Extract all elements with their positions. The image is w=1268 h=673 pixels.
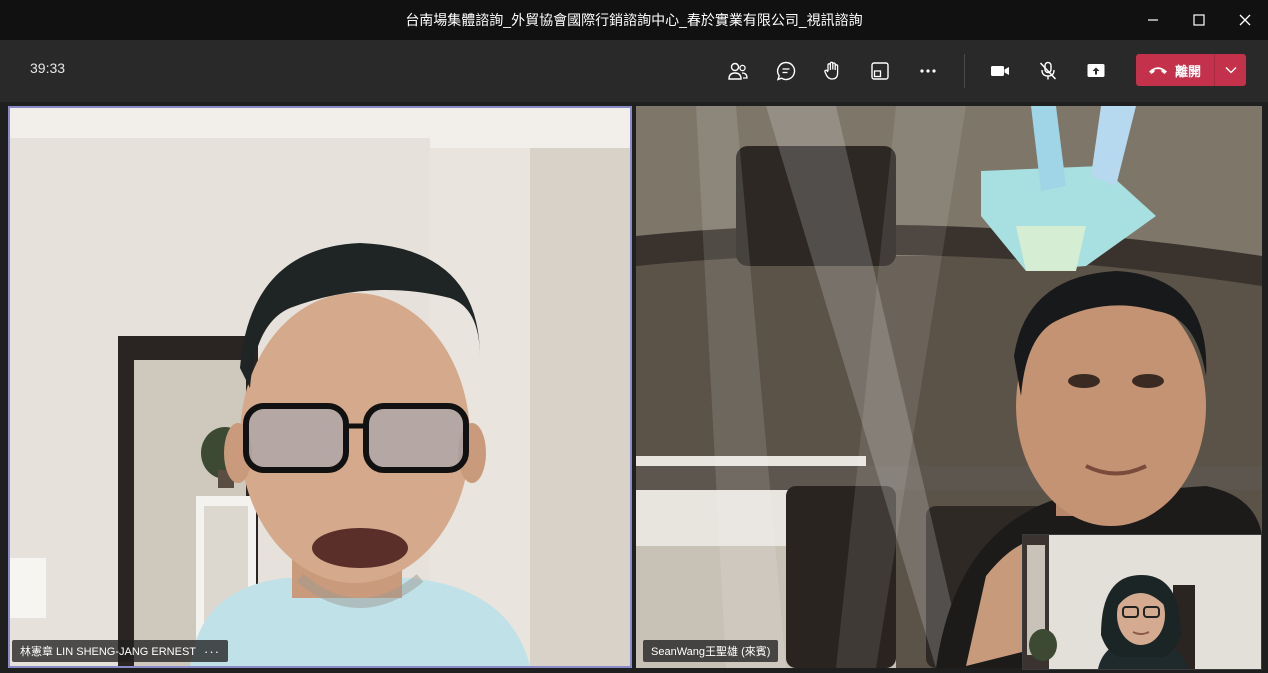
meeting-timer: 39:33 [30,60,66,76]
chat-icon [776,61,796,81]
participant-name: SeanWang王聖雄 (來賓) [651,646,771,658]
camera-button[interactable] [984,55,1016,87]
participant-name-tag: SeanWang王聖雄 (來賓) [643,640,779,662]
leave-button[interactable]: 離開 [1136,54,1246,86]
chat-button[interactable] [770,55,802,87]
breakout-rooms-icon [871,62,889,80]
leave-dropdown-button[interactable] [1215,54,1246,86]
raise-hand-button[interactable] [817,55,849,87]
participant-tile-active[interactable]: 林憲章 LIN SHENG-JANG ERNEST ··· [8,106,632,668]
participant-name-tag: 林憲章 LIN SHENG-JANG ERNEST ··· [12,640,229,662]
leave-label: 離開 [1175,63,1202,79]
chevron-down-icon [1225,67,1236,74]
leave-main[interactable]: 離開 [1136,54,1214,86]
minimize-button[interactable] [1130,0,1176,40]
self-view[interactable] [1022,534,1262,670]
participants-button[interactable] [722,55,754,87]
toolbar-divider [964,54,965,88]
share-screen-button[interactable] [1080,55,1112,87]
breakout-rooms-button[interactable] [864,55,896,87]
raise-hand-icon [824,61,839,80]
title-bar: 台南場集體諮詢_外貿協會國際行銷諮詢中心_春於實業有限公司_視訊諮詢 [0,0,1268,40]
minimize-icon [1148,19,1158,21]
mic-off-icon [1039,61,1057,80]
more-options-button[interactable] [912,55,944,87]
video-stage: 林憲章 LIN SHENG-JANG ERNEST ··· SeanWang王聖… [0,102,1268,673]
self-view-video [1023,535,1261,669]
participant-more-icon[interactable]: ··· [204,644,220,659]
people-icon [728,62,748,80]
maximize-button[interactable] [1176,0,1222,40]
participant-video [10,108,630,666]
participant-name: 林憲章 LIN SHENG-JANG ERNEST [20,646,197,658]
close-icon [1239,14,1251,26]
meeting-toolbar: 39:33 離開 [0,40,1268,102]
more-options-icon [920,69,936,73]
hang-up-icon [1149,67,1167,74]
window-controls [1130,0,1268,40]
share-screen-icon [1087,64,1105,77]
maximize-icon [1193,14,1205,26]
close-button[interactable] [1222,0,1268,40]
microphone-button[interactable] [1032,55,1064,87]
camera-icon [991,66,1009,76]
window-title: 台南場集體諮詢_外貿協會國際行銷諮詢中心_春於實業有限公司_視訊諮詢 [405,12,863,28]
